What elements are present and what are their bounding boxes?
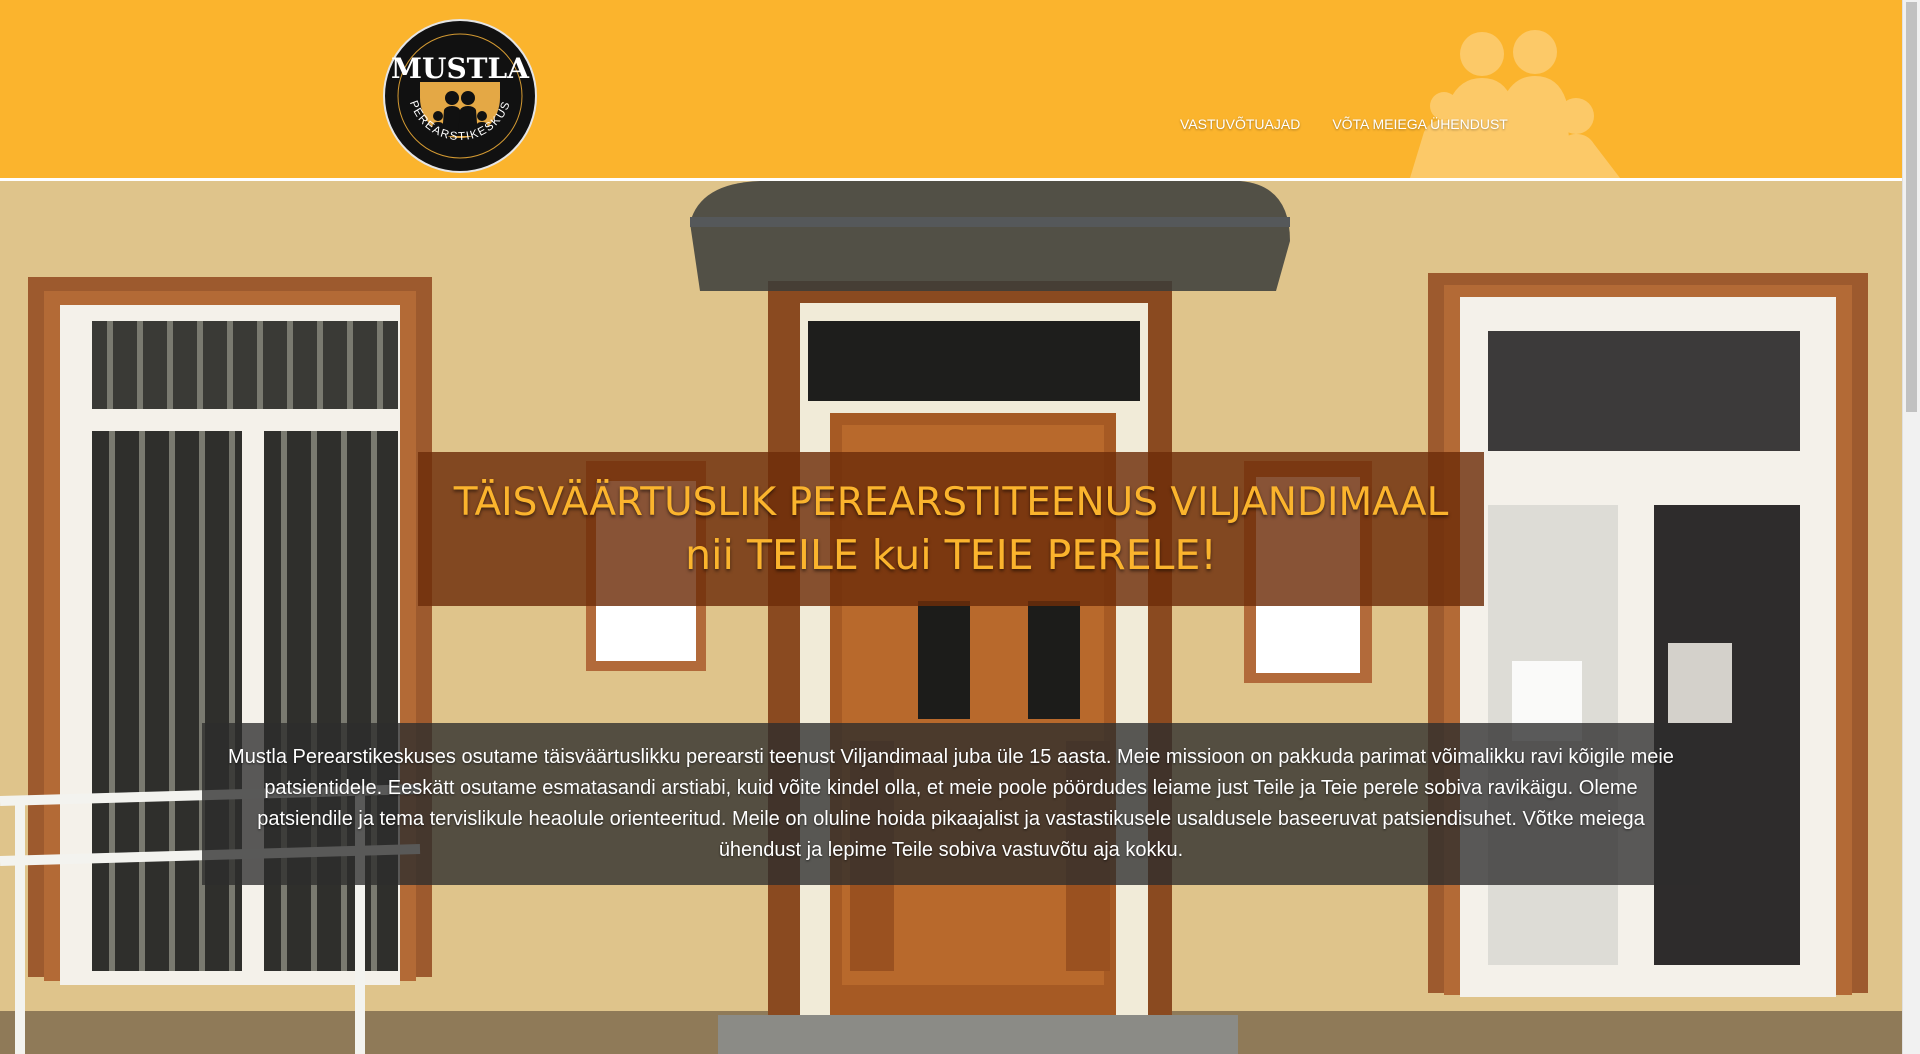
intro-text: Mustla Perearstikeskuses osutame täisvää… — [228, 746, 1674, 861]
headline-banner: TÄISVÄÄRTUSLIK PEREARSTITEENUS VILJANDIM… — [418, 452, 1484, 606]
nav-link-vastuvotuajad[interactable]: VASTUVÕTUAJAD — [1180, 116, 1300, 132]
page-scrollbar[interactable] — [1902, 0, 1920, 1054]
main-nav: VASTUVÕTUAJAD VÕTA MEIEGA ÜHENDUST — [1180, 116, 1508, 132]
headline-title: TÄISVÄÄRTUSLIK PEREARSTITEENUS VILJANDIM… — [453, 480, 1449, 525]
intro-panel: Mustla Perearstikeskuses osutame täisvää… — [202, 723, 1700, 885]
family-watermark-icon — [1410, 30, 1620, 178]
logo-name: MUSTLA — [391, 52, 530, 85]
site-logo[interactable]: MUSTLA PEREARSTIKESKUS — [382, 18, 538, 174]
hero-background-photo — [0, 181, 1902, 1054]
headline-subtitle: nii TEILE kui TEIE PERELE! — [685, 531, 1217, 579]
nav-link-contact[interactable]: VÕTA MEIEGA ÜHENDUST — [1332, 116, 1508, 132]
hero-section: TÄISVÄÄRTUSLIK PEREARSTITEENUS VILJANDIM… — [0, 181, 1902, 1054]
site-header: MUSTLA PEREARSTIKESKUS VASTUVÕTUAJAD VÕT… — [0, 0, 1902, 178]
scrollbar-thumb[interactable] — [1906, 2, 1917, 412]
